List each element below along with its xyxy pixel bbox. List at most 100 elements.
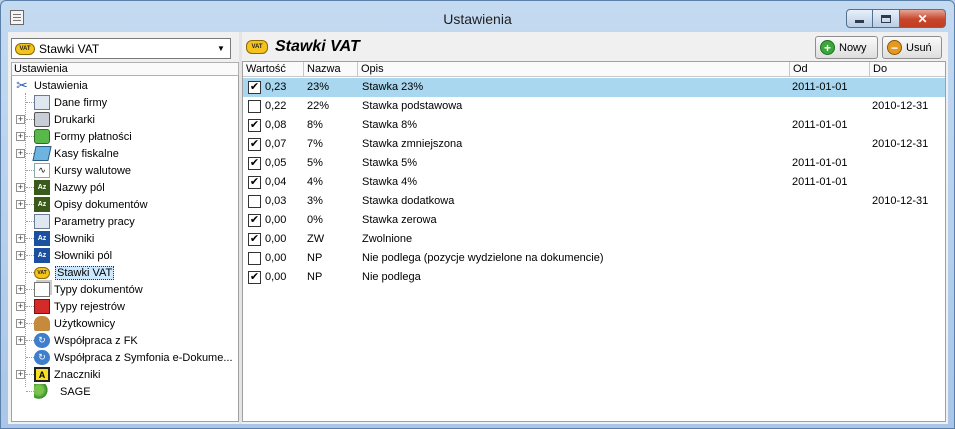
tags-icon: A xyxy=(34,367,50,382)
tree-item[interactable]: Dane firmy xyxy=(34,94,107,111)
active-checkbox[interactable] xyxy=(248,100,261,113)
tree-item[interactable]: Typy dokumentów xyxy=(34,281,143,298)
table-row[interactable]: 0,22 22% Stawka podstawowa 2010-12-31 xyxy=(243,97,945,116)
table-row[interactable]: ✔ 0,00 NP Nie podlega xyxy=(243,268,945,287)
cell-value: 0,04 xyxy=(265,176,287,188)
tree-item-label: Stawki VAT xyxy=(55,265,115,280)
cell-desc: Stawka 23% xyxy=(362,81,424,93)
tree-item[interactable]: SAGE xyxy=(34,383,91,400)
active-checkbox[interactable]: ✔ xyxy=(248,157,261,170)
cell-desc: Stawka 5% xyxy=(362,157,418,169)
active-checkbox[interactable]: ✔ xyxy=(248,138,261,151)
tree-expander[interactable]: + xyxy=(16,285,25,294)
column-header-name[interactable]: Nazwa xyxy=(304,62,358,77)
title-bar[interactable]: Ustawienia ✕ xyxy=(1,1,954,33)
active-checkbox[interactable]: ✔ xyxy=(248,271,261,284)
tree-item-label: Typy rejestrów xyxy=(54,300,125,313)
tree-item[interactable]: Kasy fiskalne xyxy=(32,145,119,162)
cell-value: 0,22 xyxy=(265,100,287,112)
cell-name: 22% xyxy=(307,100,330,112)
active-checkbox[interactable]: ✔ xyxy=(248,233,261,246)
active-checkbox[interactable] xyxy=(248,252,261,265)
tree-line xyxy=(26,323,34,324)
tree-item[interactable]: A Znaczniki xyxy=(34,366,100,383)
tree-expander[interactable]: + xyxy=(16,183,25,192)
cell-name: 5% xyxy=(307,157,323,169)
table-row[interactable]: ✔ 0,05 5% Stawka 5% 2011-01-01 xyxy=(243,154,945,173)
vat-rates-table[interactable]: Wartość Nazwa Opis Od Do ✔ 0,23 23% Stawka … xyxy=(242,61,946,422)
tree-expander[interactable]: + xyxy=(16,200,25,209)
minus-icon: − xyxy=(887,40,902,55)
tree-expander[interactable]: + xyxy=(16,149,25,158)
column-header-to[interactable]: Do xyxy=(870,62,945,77)
maximize-icon xyxy=(881,14,891,23)
tree-expander[interactable]: + xyxy=(16,302,25,311)
minimize-button[interactable] xyxy=(846,9,873,28)
tree-item[interactable]: Użytkownicy xyxy=(34,315,115,332)
active-checkbox[interactable]: ✔ xyxy=(248,214,261,227)
edocs-sync-icon: ↻ xyxy=(34,350,50,365)
tree-item-label: Ustawienia xyxy=(34,79,88,92)
tree-line xyxy=(26,204,34,205)
tree-item[interactable]: ↻ Współpraca z FK xyxy=(34,332,138,349)
cell-to: 2010-12-31 xyxy=(872,138,929,150)
active-checkbox[interactable]: ✔ xyxy=(248,119,261,132)
cell-name: ZW xyxy=(307,233,325,245)
tree-expander[interactable]: + xyxy=(16,251,25,260)
tree-expander[interactable]: + xyxy=(16,370,25,379)
table-row[interactable]: 0,00 NP Nie podlega (pozycje wydzielone na… xyxy=(243,249,945,268)
active-checkbox[interactable] xyxy=(248,195,261,208)
column-header-value[interactable]: Wartość xyxy=(243,62,304,77)
tree-item-label: Współpraca z Symfonia e-Dokume... xyxy=(54,351,233,364)
table-row[interactable]: ✔ 0,08 8% Stawka 8% 2011-01-01 xyxy=(243,116,945,135)
column-header-from[interactable]: Od xyxy=(790,62,870,77)
table-row[interactable]: 0,03 3% Stawka dodatkowa 2010-12-31 xyxy=(243,192,945,211)
tree-expander[interactable]: + xyxy=(16,234,25,243)
maximize-button[interactable] xyxy=(873,9,900,28)
tree-item[interactable]: Az Opisy dokumentów xyxy=(34,196,148,213)
column-header-description[interactable]: Opis xyxy=(358,62,790,77)
table-row[interactable]: ✔ 0,07 7% Stawka zmniejszona 2010-12-31 xyxy=(243,135,945,154)
tree-item[interactable]: Az Słowniki xyxy=(34,230,94,247)
tree-item[interactable]: Formy płatności xyxy=(34,128,132,145)
tree-item-label: Formy płatności xyxy=(54,130,132,143)
tree-item[interactable]: Az Nazwy pól xyxy=(34,179,105,196)
field-names-icon: Az xyxy=(34,180,50,195)
tree-line xyxy=(26,374,34,375)
cell-desc: Zwolnione xyxy=(362,233,413,245)
tree-item-label: Drukarki xyxy=(54,113,95,126)
tree-item[interactable]: Drukarki xyxy=(34,111,95,128)
settings-combo[interactable]: VAT Stawki VAT ▼ xyxy=(11,38,231,59)
tree-expander[interactable]: + xyxy=(16,319,25,328)
tree-expander[interactable]: + xyxy=(16,336,25,345)
active-checkbox[interactable]: ✔ xyxy=(248,176,261,189)
table-row[interactable]: ✔ 0,00 0% Stawka zerowa xyxy=(243,211,945,230)
table-row[interactable]: ✔ 0,04 4% Stawka 4% 2011-01-01 xyxy=(243,173,945,192)
tree-line xyxy=(26,391,34,392)
tree-item[interactable]: VAT Stawki VAT xyxy=(34,264,115,281)
settings-tree[interactable]: ✂ Ustawienia Dane firmy + Drukarki + Formy p… xyxy=(11,76,239,422)
close-button[interactable]: ✕ xyxy=(900,9,946,28)
chevron-down-icon[interactable]: ▼ xyxy=(213,40,229,57)
tree-item-ustawienia[interactable]: ✂ Ustawienia xyxy=(14,77,88,94)
active-checkbox[interactable]: ✔ xyxy=(248,81,261,94)
tree-item[interactable]: ↻ Współpraca z Symfonia e-Dokume... xyxy=(34,349,233,366)
tree-item-label: Opisy dokumentów xyxy=(54,198,148,211)
tree-expander[interactable]: + xyxy=(16,132,25,141)
table-row[interactable]: ✔ 0,00 ZW Zwolnione xyxy=(243,230,945,249)
tree-item[interactable]: Az Słowniki pól xyxy=(34,247,112,264)
new-button[interactable]: + Nowy xyxy=(815,36,878,59)
tree-expander[interactable]: + xyxy=(16,115,25,124)
minimize-icon xyxy=(855,20,864,23)
plus-icon: + xyxy=(820,40,835,55)
panel-header: VAT Stawki VAT + Nowy − Usuń xyxy=(242,34,946,61)
delete-button[interactable]: − Usuń xyxy=(882,36,942,59)
tree-line xyxy=(26,340,34,341)
tree-item[interactable]: Typy rejestrów xyxy=(34,298,125,315)
vat-icon: VAT xyxy=(34,266,50,279)
settings-navigation: VAT Stawki VAT ▼ Ustawienia ✂ Ustawienia… xyxy=(10,34,239,422)
tree-item[interactable]: Parametry pracy xyxy=(34,213,135,230)
table-row[interactable]: ✔ 0,23 23% Stawka 23% 2011-01-01 xyxy=(243,78,945,97)
panel-title: Stawki VAT xyxy=(275,38,360,55)
tree-item[interactable]: ∿ Kursy walutowe xyxy=(34,162,131,179)
